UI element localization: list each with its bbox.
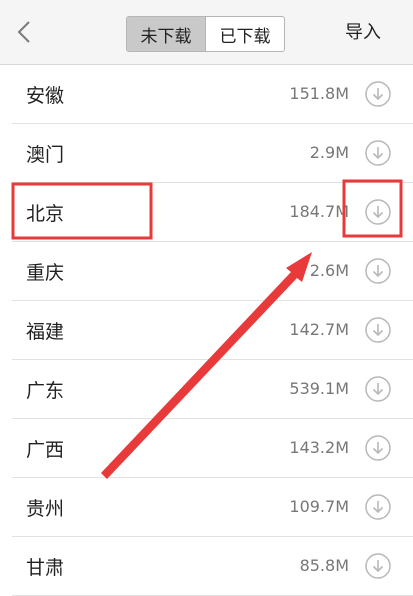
download-icon[interactable] <box>365 140 391 166</box>
download-icon[interactable] <box>365 494 391 520</box>
import-button[interactable]: 导入 <box>345 18 381 44</box>
list-item[interactable]: 重庆 2.6M <box>12 242 413 301</box>
region-size: 2.9M <box>309 143 349 162</box>
download-icon[interactable] <box>365 553 391 579</box>
region-name: 福建 <box>26 321 65 343</box>
region-name: 重庆 <box>26 262 65 284</box>
region-name: 安徽 <box>26 85 65 107</box>
download-icon[interactable] <box>365 435 391 461</box>
download-icon[interactable] <box>365 81 391 107</box>
download-icon[interactable] <box>365 258 391 284</box>
list-item[interactable]: 福建 142.7M <box>12 301 413 360</box>
download-icon[interactable] <box>365 376 391 402</box>
list-item[interactable]: 北京 184.7M <box>12 183 413 242</box>
list-item[interactable]: 澳门 2.9M <box>12 124 413 183</box>
list-item[interactable]: 贵州 109.7M <box>12 478 413 537</box>
region-name: 广东 <box>26 380 65 402</box>
region-name: 广西 <box>26 439 65 461</box>
region-name: 甘肃 <box>26 557 65 579</box>
region-size: 151.8M <box>289 84 349 103</box>
download-icon[interactable] <box>365 199 391 225</box>
region-size: 143.2M <box>289 438 349 457</box>
back-chevron-icon[interactable] <box>14 20 36 44</box>
region-size: 2.6M <box>309 261 349 280</box>
region-size: 85.8M <box>299 556 349 575</box>
region-name: 澳门 <box>26 144 65 166</box>
region-list: 安徽 151.8M 澳门 2.9M 北京 184.7M 重庆 2.6M 福建 1… <box>0 65 413 596</box>
top-bar: 未下载 已下载 导入 <box>0 0 413 65</box>
region-name: 北京 <box>26 203 65 225</box>
region-size: 539.1M <box>289 379 349 398</box>
download-icon[interactable] <box>365 317 391 343</box>
tab-not-downloaded[interactable]: 未下载 <box>127 17 205 51</box>
list-item[interactable]: 广东 539.1M <box>12 360 413 419</box>
list-item[interactable]: 广西 143.2M <box>12 419 413 478</box>
list-item[interactable]: 安徽 151.8M <box>12 65 413 124</box>
download-status-tabs: 未下载 已下载 <box>126 16 285 52</box>
region-size: 109.7M <box>289 497 349 516</box>
list-item[interactable]: 甘肃 85.8M <box>12 537 413 596</box>
tab-downloaded[interactable]: 已下载 <box>205 17 284 51</box>
region-name: 贵州 <box>26 498 65 520</box>
region-size: 184.7M <box>289 202 349 221</box>
region-size: 142.7M <box>289 320 349 339</box>
